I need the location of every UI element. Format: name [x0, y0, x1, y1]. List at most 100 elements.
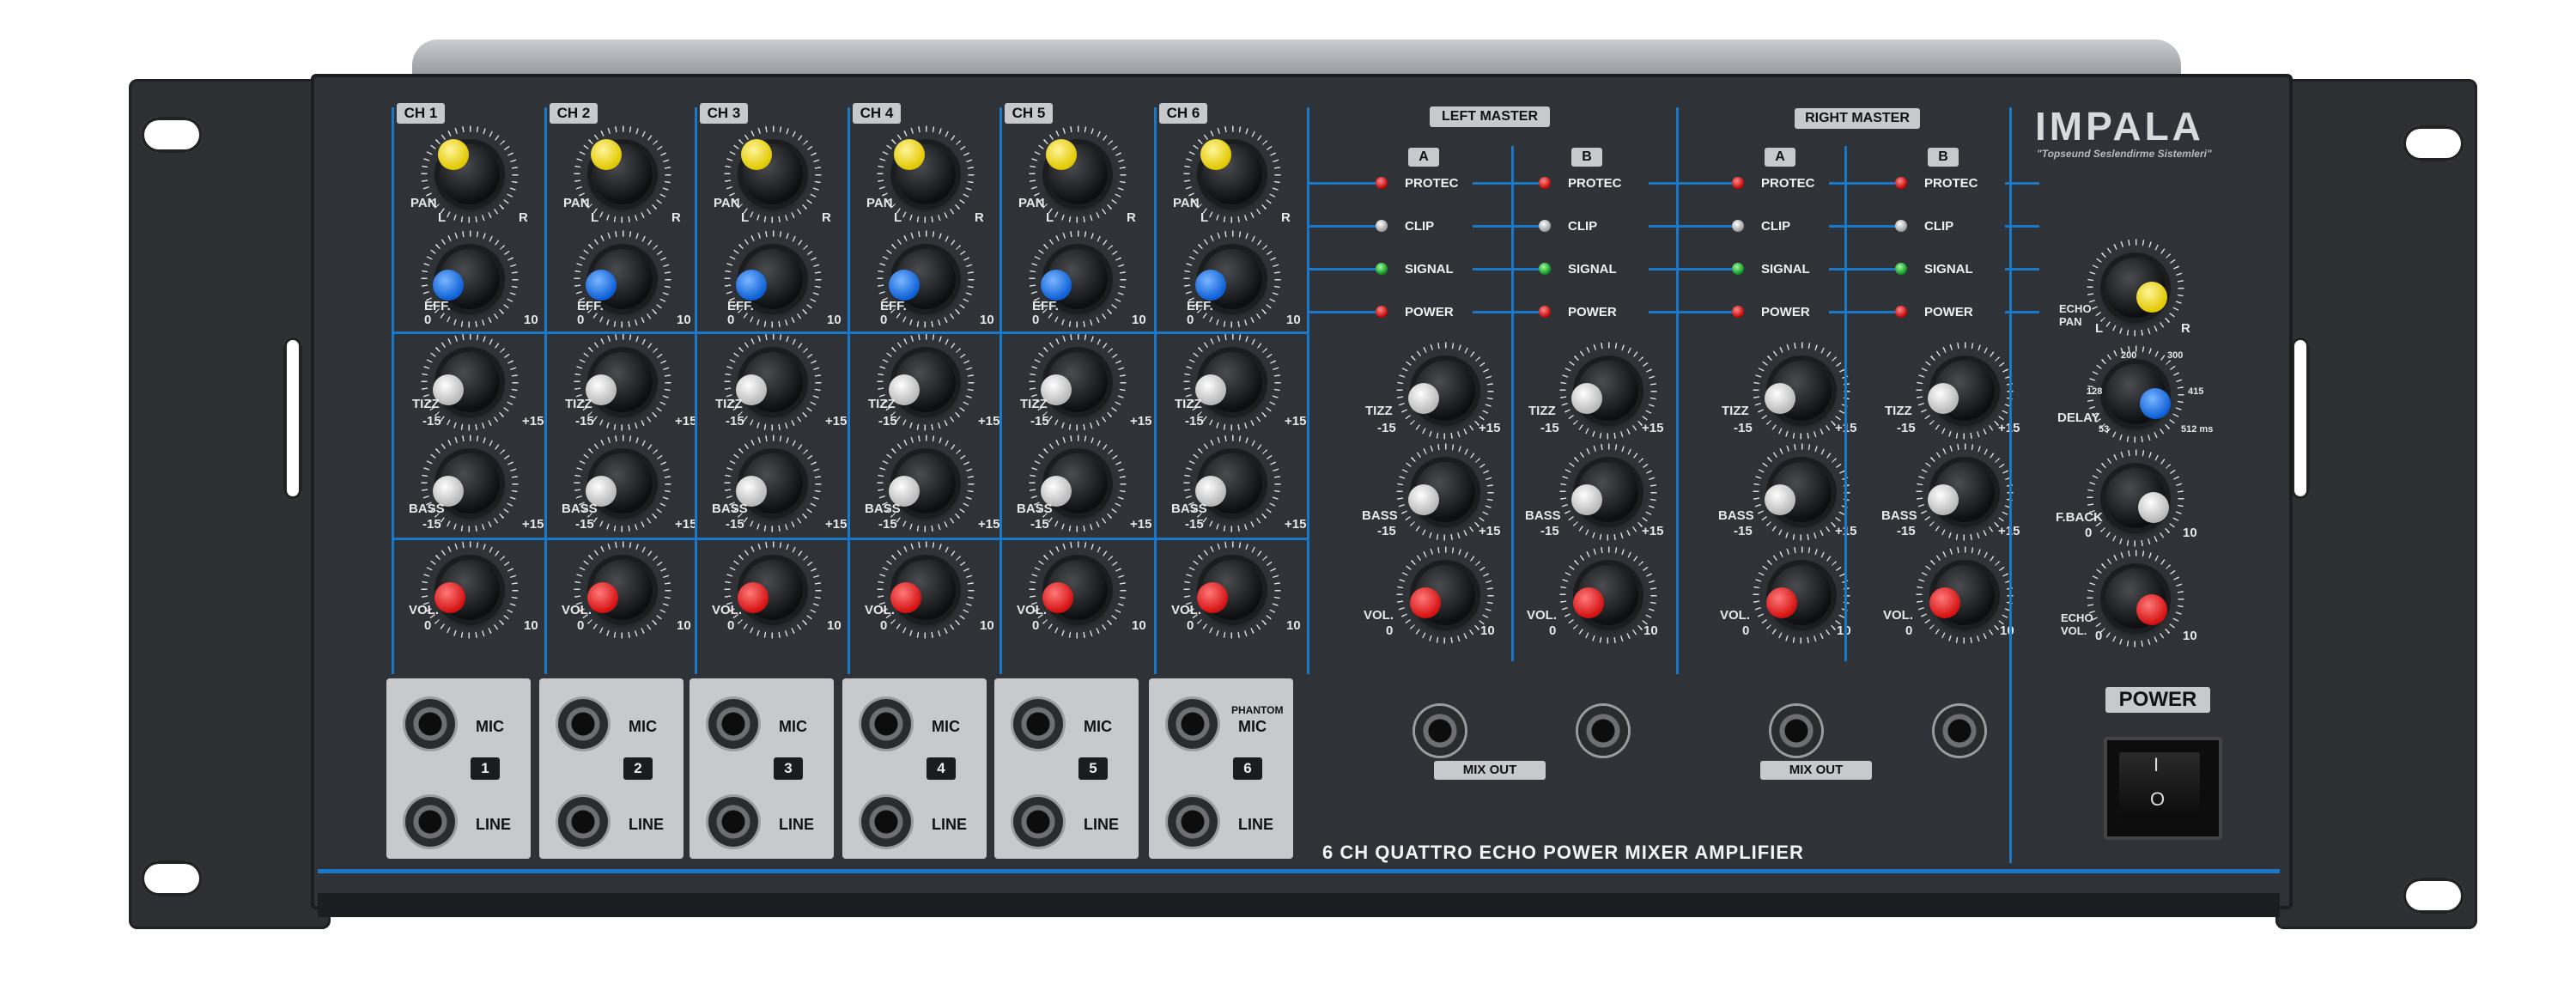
feedback-max: 10	[2183, 526, 2197, 540]
volume-label: VOL.	[1171, 603, 1202, 617]
pan-label: PAN	[1173, 196, 1200, 210]
knob-cap	[1765, 383, 1795, 414]
master-treble-knob[interactable]	[1916, 342, 2014, 440]
bass-knob[interactable]	[1183, 435, 1281, 532]
effect-max: 10	[1132, 313, 1146, 327]
mic-input-jack[interactable]	[1013, 699, 1063, 749]
bass-knob[interactable]	[724, 435, 822, 532]
treble-max: +15	[675, 414, 697, 429]
volume-max: 10	[1286, 618, 1301, 633]
master-bass-knob[interactable]	[1753, 443, 1850, 541]
mic-label: MIC	[779, 718, 807, 735]
effect-min: 0	[880, 313, 888, 327]
mix-out-jack[interactable]	[1935, 706, 1984, 756]
pan-knob[interactable]	[574, 125, 671, 223]
led-protec	[1732, 177, 1744, 189]
master-volume-knob[interactable]	[1916, 546, 2014, 644]
knob-cap	[1046, 139, 1077, 170]
mic-input-jack[interactable]	[558, 699, 608, 749]
master-bass-knob[interactable]	[1396, 443, 1494, 541]
mic-input-jack[interactable]	[405, 699, 455, 749]
treble-knob[interactable]	[421, 333, 519, 431]
volume-label: VOL.	[1527, 608, 1558, 623]
treble-max: +15	[1285, 414, 1307, 429]
volume-min: 0	[1905, 623, 1913, 638]
strip-divider	[1307, 107, 1309, 674]
led-protec	[1376, 177, 1388, 189]
pan-knob[interactable]	[1029, 125, 1127, 223]
echo-volume-knob[interactable]	[2087, 550, 2184, 647]
line-input-jack[interactable]	[1013, 797, 1063, 847]
bass-knob[interactable]	[574, 435, 671, 532]
effect-label: EFF.	[577, 299, 604, 313]
volume-min: 0	[727, 618, 735, 633]
mix-out-jack[interactable]	[1771, 706, 1821, 756]
led-label: PROTEC	[1761, 176, 1815, 191]
rack-hole	[2403, 878, 2464, 914]
pan-knob[interactable]	[1183, 125, 1281, 223]
master-treble-knob[interactable]	[1559, 342, 1657, 440]
volume-label: VOL.	[1720, 608, 1751, 623]
led-protec	[1895, 177, 1907, 189]
pan-left-mark: L	[438, 210, 447, 225]
master-treble-knob[interactable]	[1753, 342, 1850, 440]
mic-input-jack[interactable]	[708, 699, 758, 749]
brand-tagline: "Topseund Seslendirme Sistemleri"	[2037, 148, 2212, 160]
line-label: LINE	[932, 816, 968, 833]
treble-knob[interactable]	[724, 333, 822, 431]
led-label: SIGNAL	[1761, 262, 1810, 277]
mix-out-jack[interactable]	[1578, 706, 1628, 756]
treble-label: TIZZ	[1885, 404, 1912, 418]
mix-out-jack[interactable]	[1415, 706, 1465, 756]
volume-knob[interactable]	[877, 541, 975, 639]
treble-knob[interactable]	[1183, 333, 1281, 431]
line-input-jack[interactable]	[861, 797, 911, 847]
volume-knob[interactable]	[1183, 541, 1281, 639]
master-bass-knob[interactable]	[1916, 443, 2014, 541]
phantom-label: PHANTOM	[1231, 704, 1284, 716]
treble-knob[interactable]	[877, 333, 975, 431]
mic-label: MIC	[629, 718, 657, 735]
line-input-jack[interactable]	[405, 797, 455, 847]
line-input-jack[interactable]	[1168, 797, 1218, 847]
power-switch[interactable]: I O	[2104, 737, 2222, 840]
line-input-jack[interactable]	[558, 797, 608, 847]
volume-knob[interactable]	[724, 541, 822, 639]
pan-knob[interactable]	[421, 125, 519, 223]
master-volume-knob[interactable]	[1396, 546, 1494, 644]
volume-max: 10	[524, 618, 538, 633]
treble-label: TIZZ	[1722, 404, 1749, 418]
echo-pan-knob[interactable]	[2087, 239, 2184, 337]
master-treble-knob[interactable]	[1396, 342, 1494, 440]
pan-knob[interactable]	[724, 125, 822, 223]
power-rocker[interactable]: I O	[2119, 752, 2200, 819]
volume-knob[interactable]	[574, 541, 671, 639]
master-volume-knob[interactable]	[1753, 546, 1850, 644]
pan-label: PAN	[563, 196, 590, 210]
pan-label: PAN	[1018, 196, 1045, 210]
channel-label: CH 1	[397, 103, 445, 124]
treble-knob[interactable]	[574, 333, 671, 431]
feedback-knob[interactable]	[2087, 449, 2184, 547]
treble-max: +15	[522, 414, 544, 429]
volume-knob[interactable]	[421, 541, 519, 639]
knob-cap	[741, 139, 772, 170]
treble-knob[interactable]	[1029, 333, 1127, 431]
mic-input-jack[interactable]	[1168, 699, 1218, 749]
volume-min: 0	[1386, 623, 1394, 638]
delay-knob[interactable]	[2087, 345, 2184, 443]
master-bass-knob[interactable]	[1559, 443, 1657, 541]
bass-label: BASS	[1718, 508, 1754, 523]
bass-knob[interactable]	[1029, 435, 1127, 532]
bass-knob[interactable]	[877, 435, 975, 532]
section-label: B	[1928, 148, 1959, 167]
line-input-jack[interactable]	[708, 797, 758, 847]
volume-label: VOL.	[1364, 608, 1394, 623]
bass-knob[interactable]	[421, 435, 519, 532]
led-label: SIGNAL	[1924, 262, 1973, 277]
mic-input-jack[interactable]	[861, 699, 911, 749]
pan-knob[interactable]	[877, 125, 975, 223]
master-volume-knob[interactable]	[1559, 546, 1657, 644]
effect-max: 10	[1286, 313, 1301, 327]
volume-knob[interactable]	[1029, 541, 1127, 639]
